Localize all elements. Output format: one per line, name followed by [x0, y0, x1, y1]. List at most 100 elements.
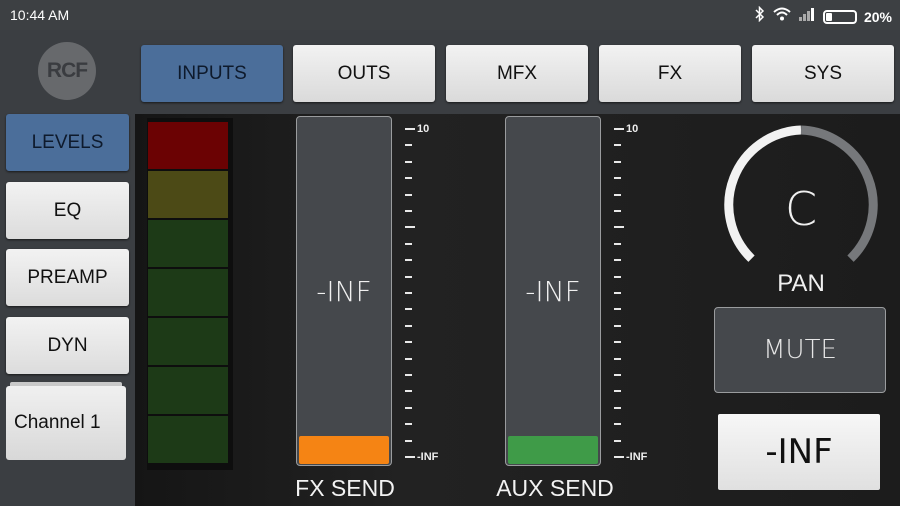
scale-tick [405, 160, 412, 163]
sidebar-item-label: PREAMP [27, 266, 108, 288]
tab-sys[interactable]: SYS [752, 45, 894, 102]
scale-tick [614, 128, 624, 130]
aux-send-fader[interactable]: -INF [505, 116, 601, 466]
fx-send-fader[interactable]: -INF [296, 116, 392, 466]
scale-tick [614, 275, 621, 278]
scale-tick [614, 292, 621, 294]
scale-tick [405, 144, 412, 147]
scale-tick [614, 144, 621, 147]
scale-tick [405, 292, 412, 294]
scale-tick [614, 160, 621, 163]
scale-tick [405, 128, 415, 130]
scale-label-top: 10 [417, 123, 430, 135]
tab-fx[interactable]: FX [599, 45, 741, 102]
scale-tick [405, 374, 412, 376]
fx-send-fader-handle[interactable] [299, 436, 389, 464]
bluetooth-icon [754, 5, 766, 27]
scale-label-bottom: -INF [626, 451, 648, 463]
tab-mfx[interactable]: MFX [446, 45, 588, 102]
scale-tick [405, 259, 412, 262]
channel-level-value: -INF [765, 432, 833, 472]
fx-send-scale: 10 -INF [405, 116, 465, 466]
battery-percent: 20% [863, 8, 892, 25]
pan-label: PAN [777, 270, 825, 297]
scale-tick [405, 193, 412, 196]
channel-level-button[interactable]: -INF [718, 414, 880, 490]
channel-selector[interactable]: Channel 1 [6, 382, 126, 460]
scale-tick [614, 390, 621, 393]
scale-tick [405, 210, 412, 212]
aux-send-value: -INF [525, 275, 581, 308]
scale-tick [405, 357, 412, 360]
scale-tick [405, 324, 412, 327]
scale-tick [405, 423, 412, 426]
wifi-icon [773, 7, 791, 26]
mixer-app: 10:44 AM 20% RCF LEVELS EQ PREAMP DYN Ch… [0, 0, 900, 506]
meter-segment [148, 220, 228, 267]
scale-tick [614, 341, 621, 344]
tab-label: MFX [496, 62, 538, 84]
scale-label-bottom: -INF [417, 451, 439, 463]
scale-tick [405, 275, 412, 278]
tab-label: SYS [803, 62, 843, 84]
status-bar: 10:44 AM 20% [0, 0, 900, 30]
scale-tick [614, 439, 621, 442]
scale-tick [614, 324, 621, 327]
scale-tick [614, 242, 621, 245]
meter-segment [148, 318, 228, 365]
mute-button[interactable]: MUTE [714, 307, 886, 393]
sidebar-item-label: EQ [53, 199, 82, 221]
sidebar-item-eq[interactable]: EQ [6, 182, 129, 239]
scale-tick [614, 308, 621, 311]
battery-icon [822, 9, 857, 24]
meter-segment [148, 269, 228, 316]
scale-tick [614, 210, 621, 212]
logo-text: RCF [46, 59, 88, 82]
sidebar-item-label: DYN [47, 334, 88, 356]
level-meter [147, 118, 233, 470]
meter-segment [148, 367, 228, 414]
scale-tick [405, 177, 412, 180]
fx-send-label: FX SEND [295, 475, 395, 501]
scale-tick [614, 357, 621, 360]
meter-segment [148, 122, 228, 169]
rcf-logo: RCF [38, 42, 96, 100]
channel-name: Channel 1 [14, 412, 101, 433]
scale-tick [405, 390, 412, 393]
levels-panel: -INF 10 -INF FX SEND -INF 10 -INF AUX SE… [135, 114, 900, 506]
signal-icon [798, 7, 816, 26]
scale-tick [405, 439, 412, 442]
top-nav: INPUTS OUTS MFX FX SYS [135, 30, 900, 114]
sidebar: RCF LEVELS EQ PREAMP DYN Channel 1 [0, 30, 135, 506]
mute-label: MUTE [763, 335, 837, 365]
meter-segment [148, 416, 228, 463]
scale-tick [614, 259, 621, 262]
scale-tick [405, 341, 412, 344]
pan-knob[interactable]: C PAN [715, 120, 887, 297]
sidebar-item-preamp[interactable]: PREAMP [6, 249, 129, 306]
scale-tick [614, 177, 621, 180]
scale-tick [614, 423, 621, 426]
sidebar-item-levels[interactable]: LEVELS [6, 114, 129, 171]
aux-send-label: AUX SEND [496, 475, 614, 501]
scale-tick [405, 456, 415, 458]
scale-tick [614, 406, 621, 409]
sidebar-item-dyn[interactable]: DYN [6, 317, 129, 374]
aux-send-scale: 10 -INF [614, 116, 674, 466]
scale-tick [614, 374, 621, 376]
tab-outs[interactable]: OUTS [293, 45, 435, 102]
fx-send-value: -INF [316, 275, 372, 308]
scale-tick [405, 406, 412, 409]
tab-inputs[interactable]: INPUTS [141, 45, 283, 102]
scale-tick [405, 226, 415, 229]
status-time: 10:44 AM [10, 7, 70, 23]
scale-tick [614, 456, 624, 458]
battery-fill [825, 12, 832, 21]
scale-tick [614, 226, 624, 229]
scale-tick [405, 308, 412, 311]
tab-label: INPUTS [177, 62, 247, 84]
meter-segment [148, 171, 228, 218]
scale-tick [614, 193, 621, 196]
aux-send-fader-handle[interactable] [508, 436, 598, 464]
scale-label-top: 10 [626, 123, 639, 135]
